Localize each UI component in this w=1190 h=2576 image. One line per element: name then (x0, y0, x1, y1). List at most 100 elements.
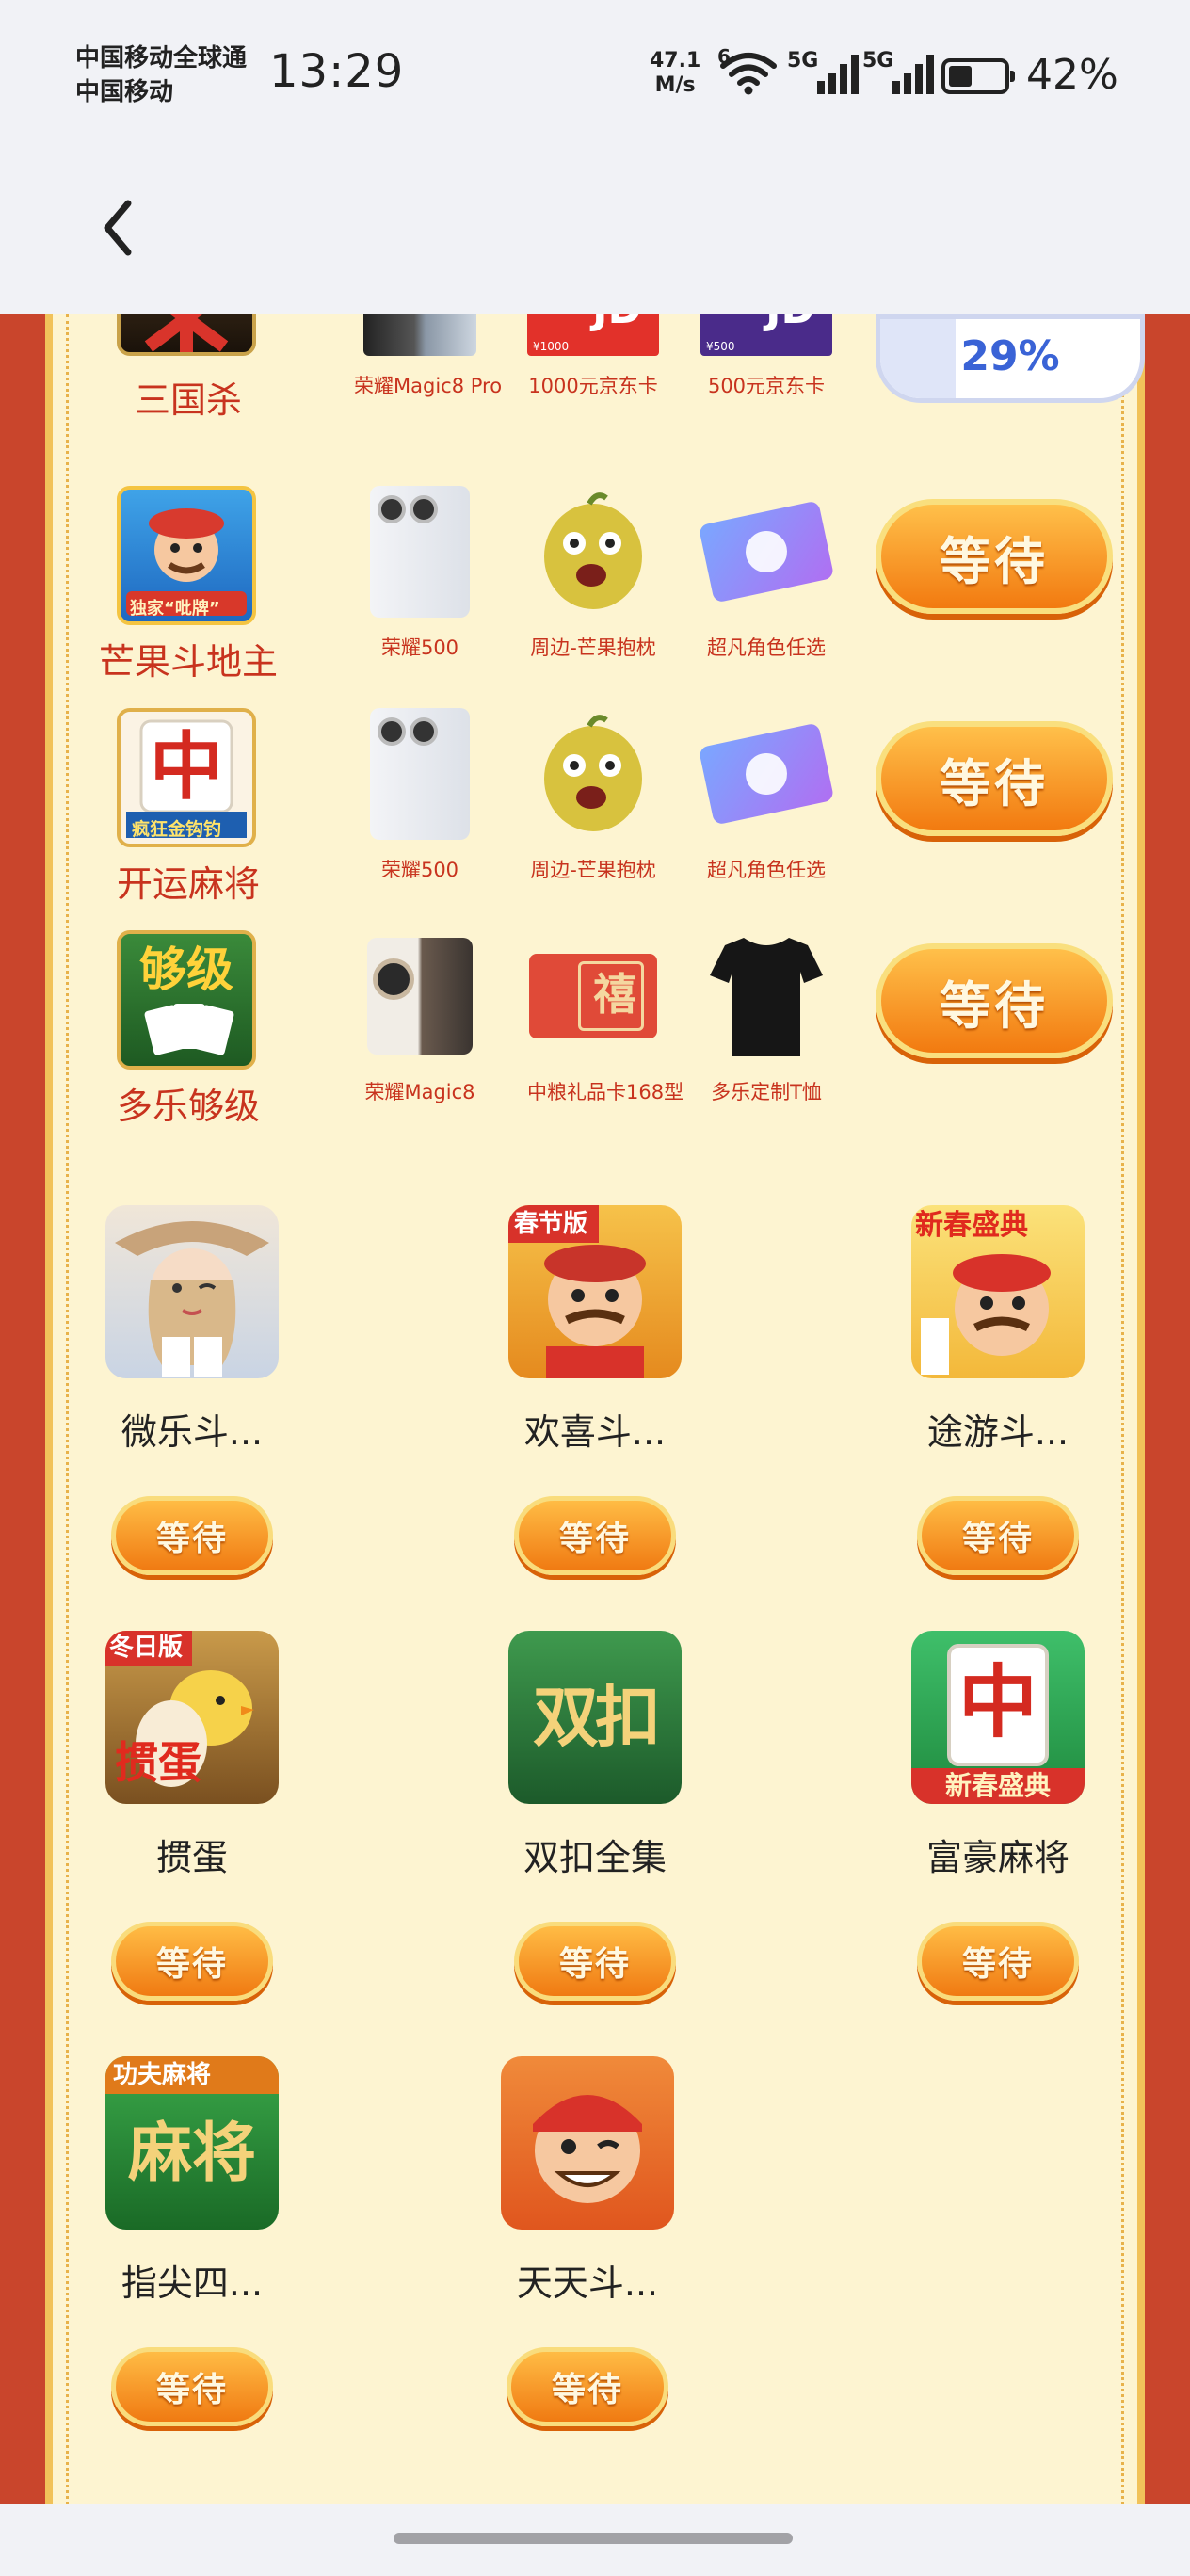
gesture-area (0, 2504, 1190, 2576)
prize-label: 周边-芒果抱枕 (530, 859, 656, 881)
prize-label: 1000元京东卡 (528, 375, 658, 397)
prize-item: 周边-芒果抱枕 (527, 708, 659, 883)
game-icon-tuyou-doudizhu[interactable]: 新春盛典 (911, 1205, 1085, 1378)
wifi-badge: 6 (717, 45, 731, 68)
game-card: 春节版 欢喜斗... 等待 (482, 1205, 708, 1575)
game-name: 掼蛋 (155, 1837, 228, 1878)
wait-button[interactable]: 等待 (876, 721, 1113, 836)
game-card: 中 新春盛典 富豪麻将 等待 (885, 1631, 1111, 2001)
game-name: 指尖四... (121, 2262, 264, 2304)
phone-image (370, 486, 470, 618)
prize-label: 荣耀Magic8 Pro (354, 375, 503, 397)
game-icon-title: 掼蛋 (115, 1737, 201, 1788)
prize-label: 超凡角色任选 (707, 859, 826, 881)
game-name: 多乐够级 (116, 1086, 260, 1127)
wait-button[interactable]: 等待 (514, 1922, 676, 2001)
game-icon-title: 够级 (139, 942, 233, 997)
carrier-secondary: 中国移动 (75, 78, 174, 106)
wait-button[interactable]: 等待 (917, 1922, 1079, 2001)
wait-button[interactable]: 等待 (111, 2347, 273, 2426)
tile-glyph: 中 (957, 1656, 1037, 1748)
carrier-primary: 中国移动全球通 (75, 44, 248, 72)
wait-button[interactable]: 等待 (111, 1922, 273, 2001)
wait-button[interactable]: 等待 (876, 499, 1113, 614)
prize-item: 荣耀Magic8 (354, 930, 486, 1105)
network-speed-value: 47.1 (650, 49, 701, 72)
wait-button[interactable]: 等待 (917, 1496, 1079, 1575)
activity-content: 29% 三国杀 荣耀Magic8 Pro JD ¥1000 1000元京东卡 (0, 314, 1190, 2504)
prize-label: 超凡角色任选 (707, 636, 826, 659)
game-name: 三国杀 (134, 379, 242, 421)
prize-item: 周边-芒果抱枕 (527, 486, 659, 661)
game-icon-tiantian-doudizhu[interactable] (501, 2056, 674, 2230)
game-name: 富豪麻将 (925, 1837, 1069, 1878)
battery-level (949, 66, 972, 87)
prize-item: JD ¥1000 1000元京东卡 (527, 314, 659, 399)
game-icon-weile-doudizhu[interactable] (105, 1205, 279, 1378)
clock: 13:29 (269, 45, 405, 98)
role-ticket-image (698, 722, 835, 826)
nav-bar (0, 151, 1190, 314)
carrier-info: 中国移动全球通 中国移动 (75, 41, 247, 109)
prize-row: 中 疯狂金钩钓 开运麻将 荣耀500 周边-芒果抱枕 超凡角色任选 等待 (0, 708, 1190, 925)
jd-card-image: JD ¥1000 (527, 314, 659, 356)
status-bar: 中国移动全球通 中国移动 13:29 47.1 M/s 6 5G 5G 42% (0, 0, 1190, 151)
game-name: 微乐斗... (121, 1411, 264, 1453)
phone-image (370, 708, 470, 840)
prize-row: 够级 多乐够级 荣耀Magic8 禧 中粮礼品卡168型 多乐定制T恤 等待 (0, 930, 1190, 1147)
game-card: 天天斗... 等待 (474, 2056, 700, 2426)
game-icon-guandan[interactable]: 冬日版 掼蛋 (105, 1631, 279, 1804)
game-icon-sanguosha[interactable] (117, 314, 256, 356)
game-icon-badge: 疯狂金钩钓 (132, 819, 222, 840)
gift-card-image: 禧 (529, 954, 657, 1038)
prize-item: 荣耀500 (354, 486, 486, 661)
tile-glyph: 中 (149, 725, 223, 810)
prize-item: JD ¥500 500元京东卡 (700, 314, 832, 399)
game-icon-badge: 冬日版 (109, 1634, 184, 1662)
game-name: 芒果斗地主 (98, 641, 278, 683)
game-icon-huanxi-doudizhu[interactable]: 春节版 (508, 1205, 682, 1378)
game-name: 开运麻将 (116, 863, 260, 905)
prize-label: 中粮礼品卡168型 (527, 1081, 684, 1103)
prize-label: 荣耀500 (380, 859, 459, 881)
prize-item: 超凡角色任选 (698, 486, 835, 661)
phone-image (363, 314, 476, 356)
game-card: 功夫麻将 麻将 指尖四... 等待 (79, 2056, 305, 2426)
game-icon-title: 麻将 (127, 2117, 256, 2191)
game-card: 新春盛典 途游斗... 等待 (885, 1205, 1111, 1575)
game-icon-kaiyun-majiang[interactable]: 中 疯狂金钩钓 (117, 708, 256, 847)
game-name: 双扣全集 (523, 1837, 667, 1878)
prize-label: 500元京东卡 (707, 375, 826, 397)
role-ticket-image (698, 500, 835, 604)
prize-item: 荣耀Magic8 Pro (354, 314, 503, 399)
wait-button[interactable]: 等待 (876, 943, 1113, 1058)
prize-label: 荣耀Magic8 (364, 1081, 475, 1103)
game-icon-zhijian-sichuan-majiang[interactable]: 功夫麻将 麻将 (105, 2056, 279, 2230)
home-indicator[interactable] (394, 2533, 793, 2544)
game-icon-badge: 新春盛典 (944, 1770, 1051, 1801)
battery-percent: 42% (1026, 51, 1118, 99)
game-icon-mango-doudizhu[interactable]: 独家“吡牌” (117, 486, 256, 625)
wait-button[interactable]: 等待 (507, 2347, 668, 2426)
game-name: 欢喜斗... (523, 1411, 667, 1453)
tshirt-image (710, 938, 823, 1056)
game-name: 天天斗... (516, 2262, 659, 2304)
chevron-left-icon[interactable] (90, 190, 147, 266)
prize-item: 多乐定制T恤 (700, 930, 832, 1105)
game-icon-duole-gouji[interactable]: 够级 (117, 930, 256, 1070)
game-icon-title: 双扣 (533, 1679, 661, 1756)
game-icon-shuangkou[interactable]: 双扣 (508, 1631, 682, 1804)
prize-label: 周边-芒果抱枕 (530, 636, 656, 659)
mango-pillow-image (544, 715, 642, 831)
wait-button[interactable]: 等待 (514, 1496, 676, 1575)
prize-row: 三国杀 荣耀Magic8 Pro JD ¥1000 1000元京东卡 JD ¥5… (0, 314, 1190, 437)
jd-card-amount: ¥1000 (533, 340, 570, 353)
prize-item: 超凡角色任选 (698, 708, 835, 883)
game-icon-fuhao-majiang[interactable]: 中 新春盛典 (911, 1631, 1085, 1804)
game-icon-badge: 独家“吡牌” (130, 599, 220, 619)
wait-button[interactable]: 等待 (111, 1496, 273, 1575)
jd-card-image: JD ¥500 (700, 314, 832, 356)
prize-label: 荣耀500 (380, 636, 459, 659)
jd-card-amount: ¥500 (706, 340, 735, 353)
phone-image (367, 938, 473, 1055)
